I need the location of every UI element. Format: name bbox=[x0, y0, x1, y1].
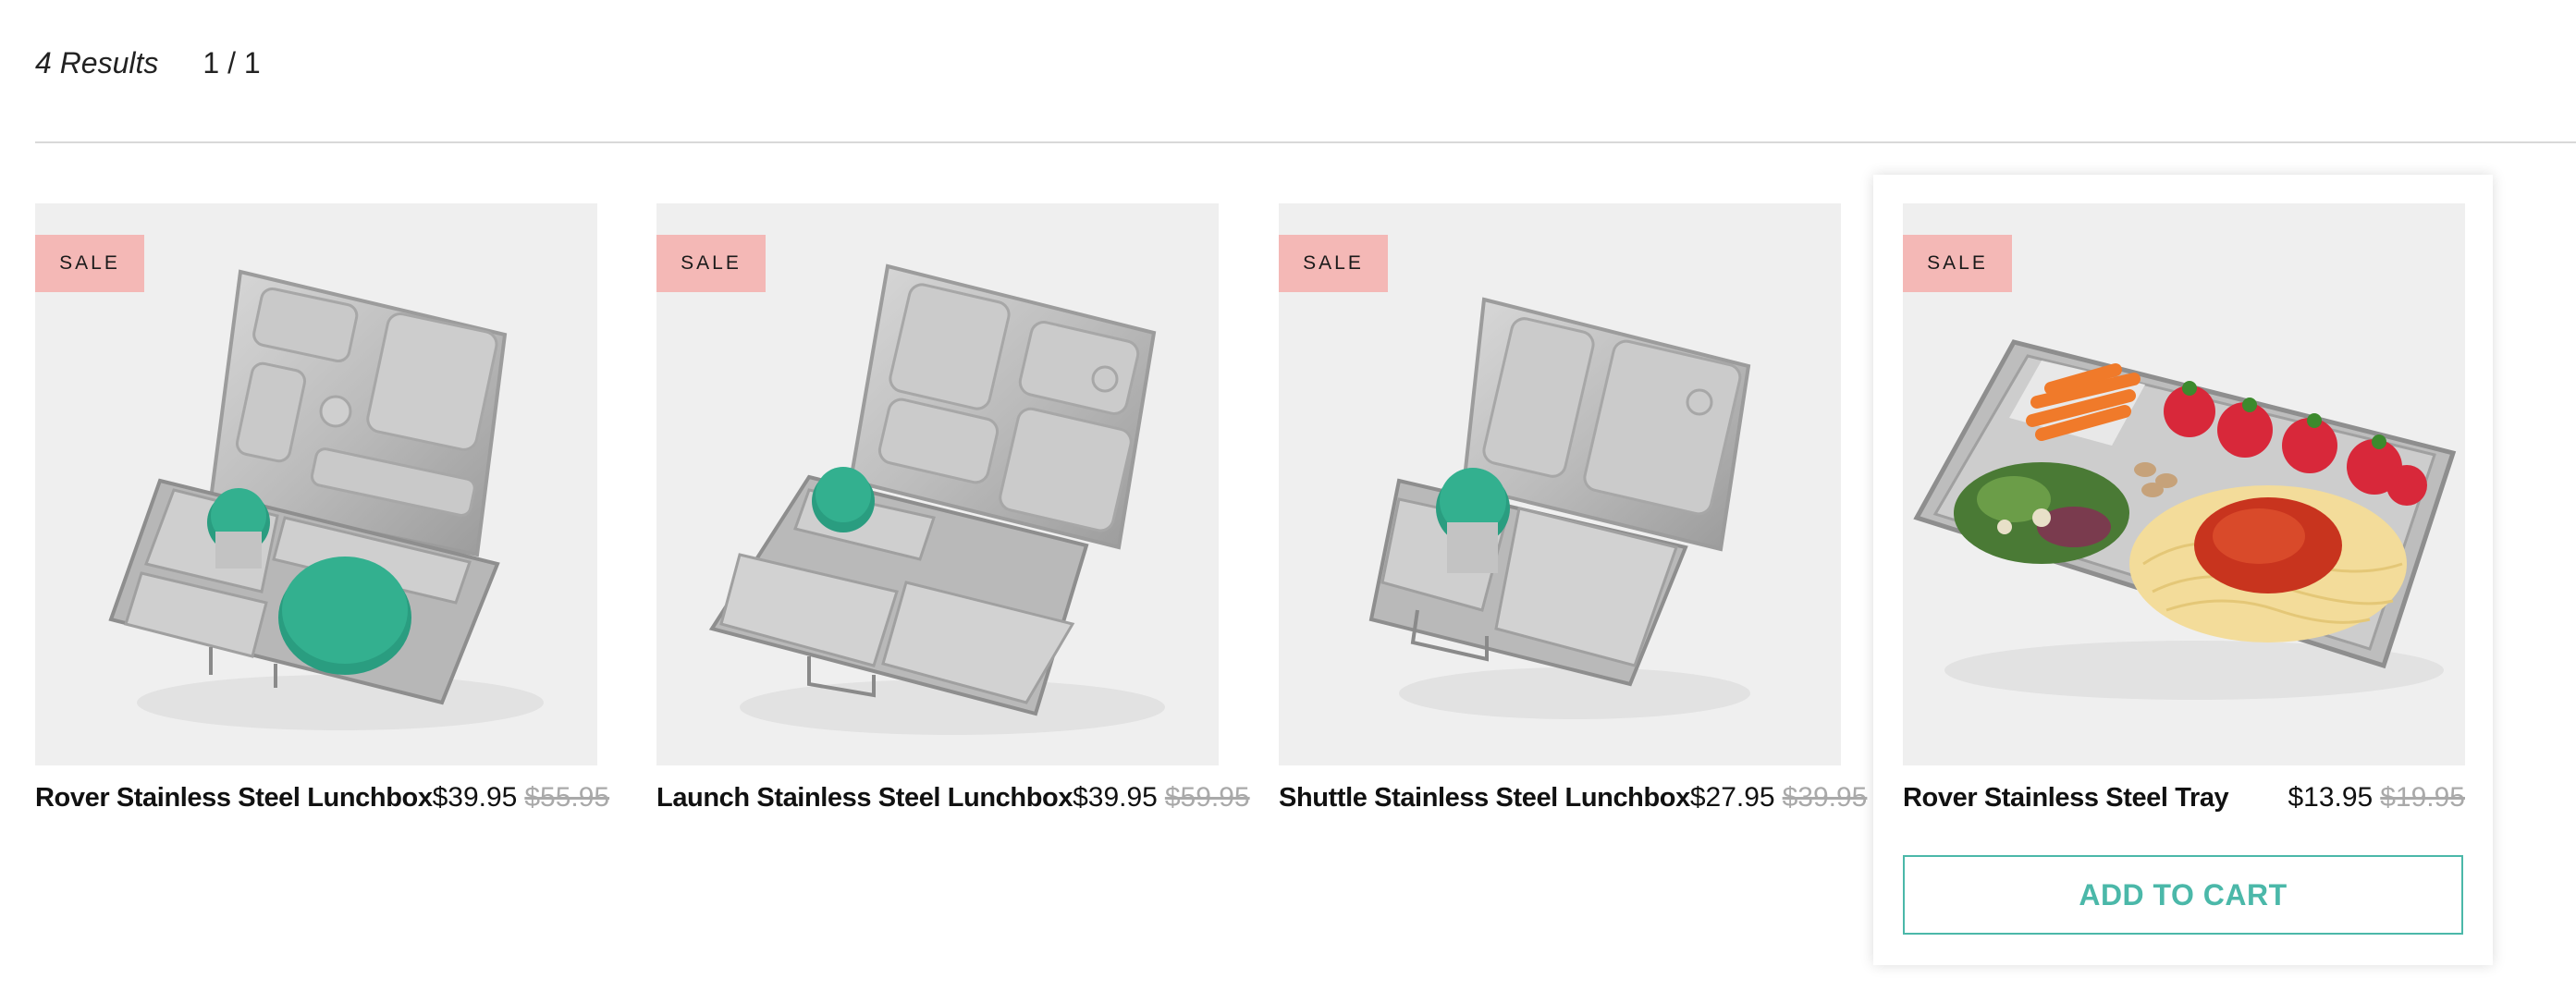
original-price: $19.95 bbox=[2380, 782, 2465, 813]
product-title[interactable]: Rover Stainless Steel Tray bbox=[1903, 783, 2229, 814]
divider bbox=[35, 141, 2576, 143]
product-card-shuttle-lunchbox[interactable]: SALE Shuttle Stainless Steel Lunchbox $2… bbox=[1279, 203, 1867, 830]
launch-lunchbox-image[interactable]: SALE bbox=[656, 203, 1219, 765]
sale-badge: SALE bbox=[656, 235, 766, 292]
shuttle-lunchbox-image[interactable]: SALE bbox=[1279, 203, 1841, 765]
rover-tray-image[interactable]: SALE bbox=[1903, 203, 2465, 765]
product-card-launch-lunchbox[interactable]: SALE Launch Stainless Steel Lunchbox $39… bbox=[656, 203, 1250, 830]
product-price: $13.95 $19.95 bbox=[2288, 782, 2465, 814]
original-price: $59.95 bbox=[1164, 782, 1250, 813]
sale-price: $13.95 bbox=[2288, 782, 2374, 813]
product-info: Shuttle Stainless Steel Lunchbox $27.95 $… bbox=[1279, 765, 1867, 830]
product-price: $27.95 $39.95 bbox=[1690, 782, 1868, 814]
sale-badge: SALE bbox=[35, 235, 144, 292]
sale-badge: SALE bbox=[1903, 235, 2012, 292]
results-count: 4 Results bbox=[35, 45, 159, 80]
product-info: Rover Stainless Steel Lunchbox $39.95 $55… bbox=[35, 765, 609, 830]
product-price: $39.95 $59.95 bbox=[1073, 782, 1250, 814]
original-price: $55.95 bbox=[524, 782, 610, 813]
sale-price: $27.95 bbox=[1689, 782, 1775, 813]
product-price: $39.95 $55.95 bbox=[433, 782, 610, 814]
product-card-rover-tray[interactable]: SALE Rover Stainless Steel Tray $13.95 $… bbox=[1903, 203, 2465, 830]
product-title[interactable]: Shuttle Stainless Steel Lunchbox bbox=[1279, 783, 1690, 814]
product-title[interactable]: Rover Stainless Steel Lunchbox bbox=[35, 783, 433, 814]
results-bar: 4 Results 1 / 1 bbox=[35, 43, 261, 83]
sale-price: $39.95 bbox=[432, 782, 518, 813]
sale-price: $39.95 bbox=[1073, 782, 1158, 813]
rover-lunchbox-image[interactable]: SALE bbox=[35, 203, 597, 765]
sale-badge: SALE bbox=[1279, 235, 1388, 292]
product-card-rover-lunchbox[interactable]: SALE Rover Stainless Steel Lunchbox $39.… bbox=[35, 203, 609, 830]
product-info: Launch Stainless Steel Lunchbox $39.95 $5… bbox=[656, 765, 1250, 830]
product-title[interactable]: Launch Stainless Steel Lunchbox bbox=[656, 783, 1073, 814]
original-price: $39.95 bbox=[1782, 782, 1868, 813]
product-info: Rover Stainless Steel Tray $13.95 $19.95 bbox=[1903, 765, 2465, 830]
add-to-cart-button[interactable]: ADD TO CART bbox=[1903, 855, 2463, 935]
page-indicator: 1 / 1 bbox=[202, 45, 261, 80]
